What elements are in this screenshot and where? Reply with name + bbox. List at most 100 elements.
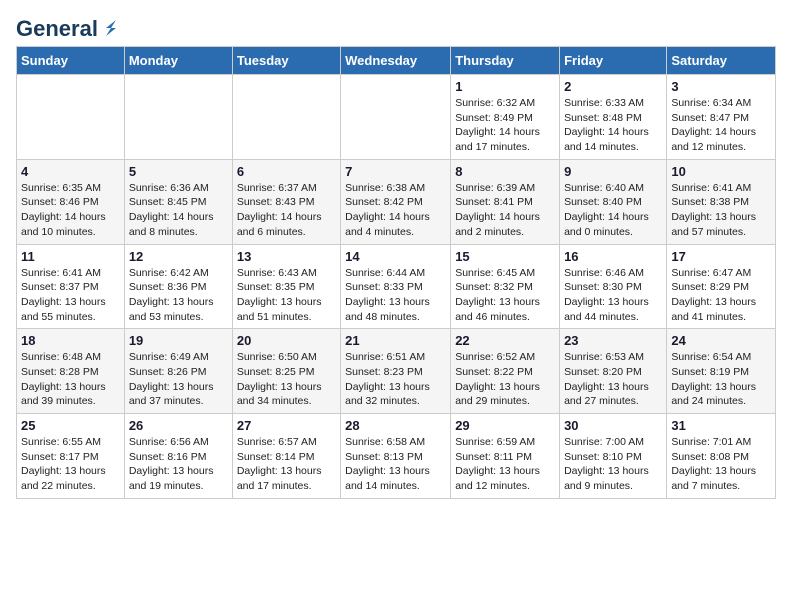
calendar-cell: 20Sunrise: 6:50 AM Sunset: 8:25 PM Dayli… [232,329,340,414]
day-info: Sunrise: 6:42 AM Sunset: 8:36 PM Dayligh… [129,266,228,325]
calendar-cell: 1 Sunrise: 6:32 AM Sunset: 8:49 PM Daylig… [451,75,560,160]
day-number: 7 [345,164,446,179]
day-number: 1 [455,79,555,94]
calendar-week-row: 4 Sunrise: 6:35 AM Sunset: 8:46 PM Daylig… [17,159,776,244]
calendar-table: SundayMondayTuesdayWednesdayThursdayFrid… [16,46,776,499]
day-info: Sunrise: 6:55 AM Sunset: 8:17 PM Dayligh… [21,435,120,494]
logo-general: General [16,16,98,42]
day-number: 22 [455,333,555,348]
weekday-header-sunday: Sunday [17,47,125,75]
day-number: 19 [129,333,228,348]
day-info: Sunrise: 6:35 AM Sunset: 8:46 PM Dayligh… [21,181,120,240]
calendar-cell: 27 Sunrise: 6:57 AM Sunset: 8:14 PM Dayli… [232,414,340,499]
calendar-cell: 13 Sunrise: 6:43 AM Sunset: 8:35 PM Dayli… [232,244,340,329]
weekday-header-saturday: Saturday [667,47,776,75]
day-info: Sunrise: 6:47 AM Sunset: 8:29 PM Dayligh… [671,266,771,325]
day-info: Sunrise: 6:33 AM Sunset: 8:48 PM Dayligh… [564,96,662,155]
calendar-cell: 21 Sunrise: 6:51 AM Sunset: 8:23 PM Dayli… [341,329,451,414]
calendar-cell: 14 Sunrise: 6:44 AM Sunset: 8:33 PM Dayli… [341,244,451,329]
day-number: 6 [237,164,336,179]
calendar-cell: 29 Sunrise: 6:59 AM Sunset: 8:11 PM Dayli… [451,414,560,499]
logo: General [16,16,122,38]
day-info: Sunrise: 6:49 AM Sunset: 8:26 PM Dayligh… [129,350,228,409]
day-number: 14 [345,249,446,264]
calendar-cell: 25 Sunrise: 6:55 AM Sunset: 8:17 PM Dayli… [17,414,125,499]
calendar-week-row: 1 Sunrise: 6:32 AM Sunset: 8:49 PM Daylig… [17,75,776,160]
day-info: Sunrise: 6:46 AM Sunset: 8:30 PM Dayligh… [564,266,662,325]
calendar-cell: 19 Sunrise: 6:49 AM Sunset: 8:26 PM Dayli… [124,329,232,414]
day-info: Sunrise: 6:40 AM Sunset: 8:40 PM Dayligh… [564,181,662,240]
calendar-cell: 24 Sunrise: 6:54 AM Sunset: 8:19 PM Dayli… [667,329,776,414]
calendar-cell: 5 Sunrise: 6:36 AM Sunset: 8:45 PM Daylig… [124,159,232,244]
day-number: 27 [237,418,336,433]
calendar-cell [17,75,125,160]
day-info: Sunrise: 6:44 AM Sunset: 8:33 PM Dayligh… [345,266,446,325]
calendar-cell: 17 Sunrise: 6:47 AM Sunset: 8:29 PM Dayli… [667,244,776,329]
day-number: 21 [345,333,446,348]
calendar-cell: 8Sunrise: 6:39 AM Sunset: 8:41 PM Daylig… [451,159,560,244]
day-info: Sunrise: 6:58 AM Sunset: 8:13 PM Dayligh… [345,435,446,494]
day-info: Sunrise: 6:56 AM Sunset: 8:16 PM Dayligh… [129,435,228,494]
day-number: 12 [129,249,228,264]
day-number: 5 [129,164,228,179]
day-number: 16 [564,249,662,264]
calendar-cell: 15 Sunrise: 6:45 AM Sunset: 8:32 PM Dayli… [451,244,560,329]
day-info: Sunrise: 6:59 AM Sunset: 8:11 PM Dayligh… [455,435,555,494]
day-info: Sunrise: 6:54 AM Sunset: 8:19 PM Dayligh… [671,350,771,409]
calendar-cell: 7 Sunrise: 6:38 AM Sunset: 8:42 PM Daylig… [341,159,451,244]
day-info: Sunrise: 6:37 AM Sunset: 8:43 PM Dayligh… [237,181,336,240]
day-info: Sunrise: 6:39 AM Sunset: 8:41 PM Dayligh… [455,181,555,240]
calendar-cell: 18Sunrise: 6:48 AM Sunset: 8:28 PM Dayli… [17,329,125,414]
calendar-cell: 16 Sunrise: 6:46 AM Sunset: 8:30 PM Dayli… [560,244,667,329]
calendar-cell: 6 Sunrise: 6:37 AM Sunset: 8:43 PM Daylig… [232,159,340,244]
calendar-week-row: 25 Sunrise: 6:55 AM Sunset: 8:17 PM Dayli… [17,414,776,499]
calendar-cell: 12 Sunrise: 6:42 AM Sunset: 8:36 PM Dayli… [124,244,232,329]
day-number: 4 [21,164,120,179]
calendar-cell: 11 Sunrise: 6:41 AM Sunset: 8:37 PM Dayli… [17,244,125,329]
day-number: 25 [21,418,120,433]
day-info: Sunrise: 6:41 AM Sunset: 8:37 PM Dayligh… [21,266,120,325]
weekday-header-row: SundayMondayTuesdayWednesdayThursdayFrid… [17,47,776,75]
day-number: 20 [237,333,336,348]
day-number: 28 [345,418,446,433]
day-info: Sunrise: 6:41 AM Sunset: 8:38 PM Dayligh… [671,181,771,240]
day-number: 26 [129,418,228,433]
calendar-cell: 2 Sunrise: 6:33 AM Sunset: 8:48 PM Daylig… [560,75,667,160]
day-number: 29 [455,418,555,433]
calendar-week-row: 11 Sunrise: 6:41 AM Sunset: 8:37 PM Dayli… [17,244,776,329]
day-number: 15 [455,249,555,264]
day-number: 17 [671,249,771,264]
day-info: Sunrise: 6:38 AM Sunset: 8:42 PM Dayligh… [345,181,446,240]
day-info: Sunrise: 7:01 AM Sunset: 8:08 PM Dayligh… [671,435,771,494]
calendar-cell [124,75,232,160]
day-number: 10 [671,164,771,179]
calendar-cell: 23 Sunrise: 6:53 AM Sunset: 8:20 PM Dayli… [560,329,667,414]
day-info: Sunrise: 6:32 AM Sunset: 8:49 PM Dayligh… [455,96,555,155]
day-number: 23 [564,333,662,348]
calendar-week-row: 18Sunrise: 6:48 AM Sunset: 8:28 PM Dayli… [17,329,776,414]
day-info: Sunrise: 6:53 AM Sunset: 8:20 PM Dayligh… [564,350,662,409]
calendar-cell [232,75,340,160]
calendar-cell: 28 Sunrise: 6:58 AM Sunset: 8:13 PM Dayli… [341,414,451,499]
weekday-header-friday: Friday [560,47,667,75]
calendar-cell [341,75,451,160]
day-info: Sunrise: 6:52 AM Sunset: 8:22 PM Dayligh… [455,350,555,409]
day-number: 9 [564,164,662,179]
day-info: Sunrise: 6:45 AM Sunset: 8:32 PM Dayligh… [455,266,555,325]
day-info: Sunrise: 6:57 AM Sunset: 8:14 PM Dayligh… [237,435,336,494]
day-number: 30 [564,418,662,433]
page-header: General [16,16,776,38]
weekday-header-wednesday: Wednesday [341,47,451,75]
day-number: 13 [237,249,336,264]
day-info: Sunrise: 6:36 AM Sunset: 8:45 PM Dayligh… [129,181,228,240]
day-info: Sunrise: 6:43 AM Sunset: 8:35 PM Dayligh… [237,266,336,325]
weekday-header-tuesday: Tuesday [232,47,340,75]
day-info: Sunrise: 6:51 AM Sunset: 8:23 PM Dayligh… [345,350,446,409]
day-number: 24 [671,333,771,348]
calendar-cell: 4 Sunrise: 6:35 AM Sunset: 8:46 PM Daylig… [17,159,125,244]
calendar-cell: 30Sunrise: 7:00 AM Sunset: 8:10 PM Dayli… [560,414,667,499]
day-number: 2 [564,79,662,94]
calendar-cell: 9 Sunrise: 6:40 AM Sunset: 8:40 PM Daylig… [560,159,667,244]
day-info: Sunrise: 6:48 AM Sunset: 8:28 PM Dayligh… [21,350,120,409]
day-number: 11 [21,249,120,264]
